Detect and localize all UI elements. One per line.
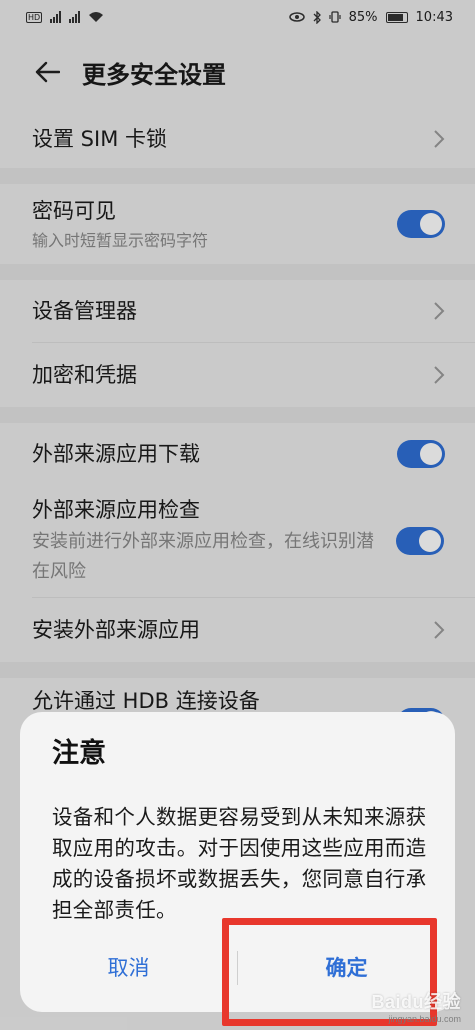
- watermark-logo: Baidu经验: [371, 992, 461, 1012]
- watermark: Baidu经验 jingyan.baidu.com: [371, 988, 461, 1024]
- dialog-message: 设备和个人数据更容易受到从未知来源获取应用的攻击。对于因使用这些应用而造成的设备…: [52, 805, 427, 922]
- watermark-url: jingyan.baidu.com: [388, 1014, 461, 1024]
- dialog-title: 注意: [52, 738, 106, 769]
- cancel-button[interactable]: 取消: [20, 942, 237, 994]
